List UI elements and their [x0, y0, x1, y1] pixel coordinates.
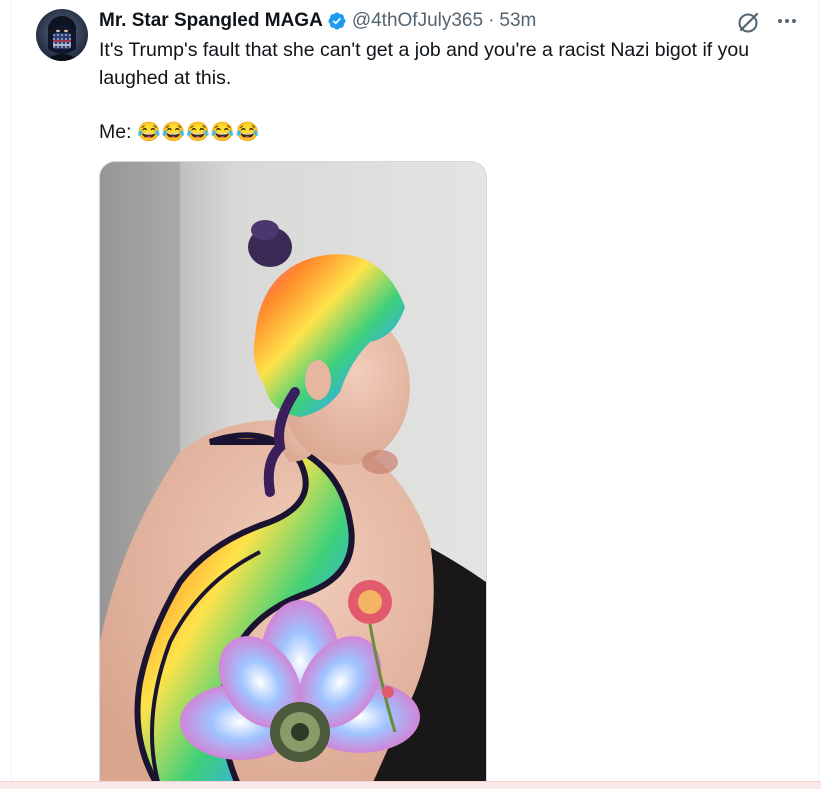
author-handle[interactable]: @4thOfJuly365 [352, 10, 483, 32]
more-dots-icon[interactable] [776, 12, 798, 30]
separator-dot: · [488, 10, 495, 31]
tweet-text-line: Me: 😂😂😂😂😂 [99, 118, 804, 147]
timestamp[interactable]: 53m [499, 10, 536, 32]
timeline-left-border [11, 0, 12, 788]
timeline-right-border [818, 0, 819, 788]
tweet-header: Mr. Star Spangled MAGA @4thOfJuly365 · 5… [99, 10, 536, 32]
tweet-text-line: It's Trump's fault that she can't get a … [99, 39, 750, 89]
avatar[interactable] [36, 9, 88, 61]
avatar-image [36, 9, 88, 61]
laughing-emoji-icon: 😂😂😂😂😂 [136, 122, 261, 143]
tweet-media-image[interactable] [99, 161, 487, 789]
tweet-text-label: Me: [99, 121, 137, 143]
tweet-text: It's Trump's fault that she can't get a … [99, 36, 804, 147]
verified-badge-icon[interactable] [327, 11, 347, 31]
author-name[interactable]: Mr. Star Spangled MAGA [99, 10, 323, 32]
media-photo [100, 162, 486, 789]
grok-icon[interactable] [736, 9, 762, 35]
